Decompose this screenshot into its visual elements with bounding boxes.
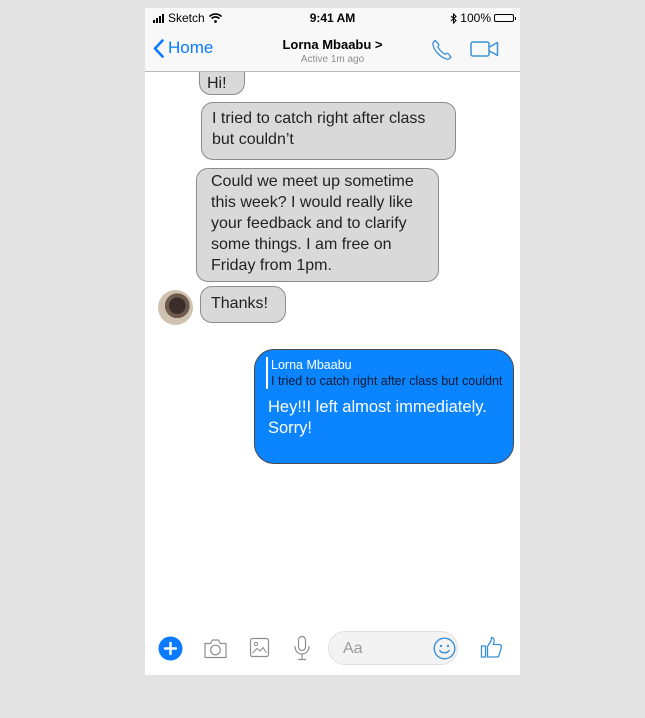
battery-percent: 100% [460, 11, 491, 25]
conversation-header: Home Lorna Mbaabu > Active 1m ago [145, 28, 520, 72]
bluetooth-icon [450, 12, 458, 24]
message-composer[interactable] [328, 631, 458, 665]
message-text: Hey!!I left almost immediately. Sorry! [268, 398, 487, 437]
battery-icon [494, 14, 516, 22]
outgoing-message[interactable]: Lorna Mbaabu I tried to catch right afte… [254, 349, 514, 464]
phone-screen: Sketch 9:41 AM 100% Home Lorna Mbaabu > [145, 8, 520, 675]
incoming-message[interactable]: Could we meet up sometime this week? I w… [196, 168, 439, 282]
smiley-icon[interactable] [433, 637, 456, 660]
message-input[interactable] [341, 638, 430, 660]
thumbs-up-icon[interactable] [480, 636, 503, 659]
image-icon[interactable] [249, 637, 270, 658]
quoted-text: I tried to catch right after class but c… [271, 374, 503, 388]
message-text: Thanks! [211, 295, 268, 312]
active-status: Active 1m ago [300, 54, 365, 65]
incoming-message[interactable]: Thanks! [200, 286, 286, 323]
microphone-icon[interactable] [293, 635, 311, 661]
contact-avatar[interactable] [158, 290, 193, 325]
phone-icon[interactable] [430, 38, 454, 62]
plus-circle-icon[interactable] [158, 636, 183, 661]
camera-icon[interactable] [203, 638, 228, 659]
incoming-message[interactable]: Hi! [199, 72, 245, 95]
status-bar: Sketch 9:41 AM 100% [145, 8, 520, 28]
video-call-icon[interactable] [470, 39, 499, 59]
quoted-sender: Lorna Mbaabu [271, 358, 352, 372]
message-text: I tried to catch right after class but c… [212, 110, 426, 148]
quoted-reply[interactable]: Lorna Mbaabu I tried to catch right afte… [266, 357, 513, 389]
contact-title[interactable]: Lorna Mbaabu > Active 1m ago [145, 37, 520, 65]
contact-name: Lorna Mbaabu > [282, 37, 383, 52]
message-text: Hi! [207, 75, 227, 92]
composer-toolbar [145, 623, 520, 675]
message-text: Could we meet up sometime this week? I w… [211, 173, 414, 274]
incoming-message[interactable]: I tried to catch right after class but c… [201, 102, 456, 160]
